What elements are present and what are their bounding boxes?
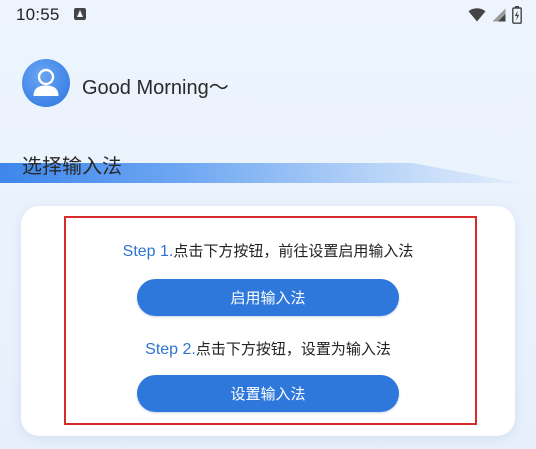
greeting-text: Good Morning～ bbox=[82, 77, 229, 99]
avatar[interactable] bbox=[22, 59, 70, 107]
user-icon bbox=[33, 68, 59, 96]
set-input-method-button[interactable]: 设置输入法 bbox=[137, 375, 399, 412]
step-1-text: 点击下方按钮，前往设置启用输入法 bbox=[173, 242, 414, 260]
battery-icon bbox=[512, 6, 522, 24]
step-2-instruction: Step 2.点击下方按钮，设置为输入法 bbox=[0, 338, 536, 359]
status-bar: 10:55 bbox=[0, 0, 536, 30]
step-1-instruction: Step 1.点击下方按钮，前往设置启用输入法 bbox=[0, 240, 536, 261]
step-1-label: Step 1. bbox=[122, 243, 174, 260]
step-2-label: Step 2. bbox=[145, 341, 196, 358]
status-time: 10:55 bbox=[16, 5, 60, 24]
status-icons bbox=[468, 5, 522, 25]
enable-input-method-button[interactable]: 启用输入法 bbox=[137, 279, 399, 316]
wifi-icon bbox=[468, 8, 486, 22]
notification-icon bbox=[74, 8, 86, 20]
step-2-text: 点击下方按钮，设置为输入法 bbox=[195, 340, 391, 358]
cellular-signal-icon bbox=[492, 8, 506, 22]
section-title: 选择输入法 bbox=[22, 154, 122, 178]
